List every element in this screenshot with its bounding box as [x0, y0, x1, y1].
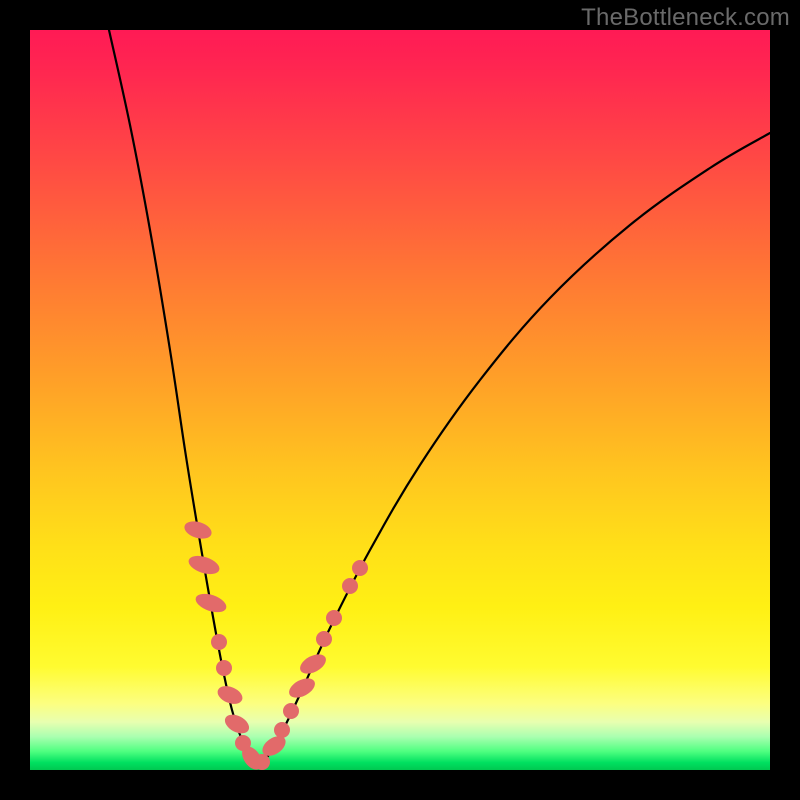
data-marker-9 — [254, 754, 270, 770]
data-marker-13 — [286, 674, 318, 701]
curve-svg — [30, 30, 770, 770]
data-marker-3 — [211, 634, 227, 650]
marker-group — [182, 518, 368, 770]
data-marker-4 — [216, 660, 232, 676]
chart-frame: TheBottleneck.com — [0, 0, 800, 800]
bottleneck-curve — [109, 30, 770, 766]
data-marker-1 — [186, 552, 221, 577]
data-marker-0 — [182, 518, 213, 541]
data-marker-15 — [316, 631, 332, 647]
data-marker-16 — [326, 610, 342, 626]
data-marker-14 — [297, 650, 329, 677]
data-marker-17 — [342, 578, 358, 594]
data-marker-12 — [283, 703, 299, 719]
data-marker-6 — [222, 711, 252, 737]
data-marker-2 — [193, 590, 228, 616]
watermark-text: TheBottleneck.com — [581, 4, 790, 32]
plot-area — [30, 30, 770, 770]
data-marker-11 — [274, 722, 290, 738]
data-marker-18 — [352, 560, 368, 576]
